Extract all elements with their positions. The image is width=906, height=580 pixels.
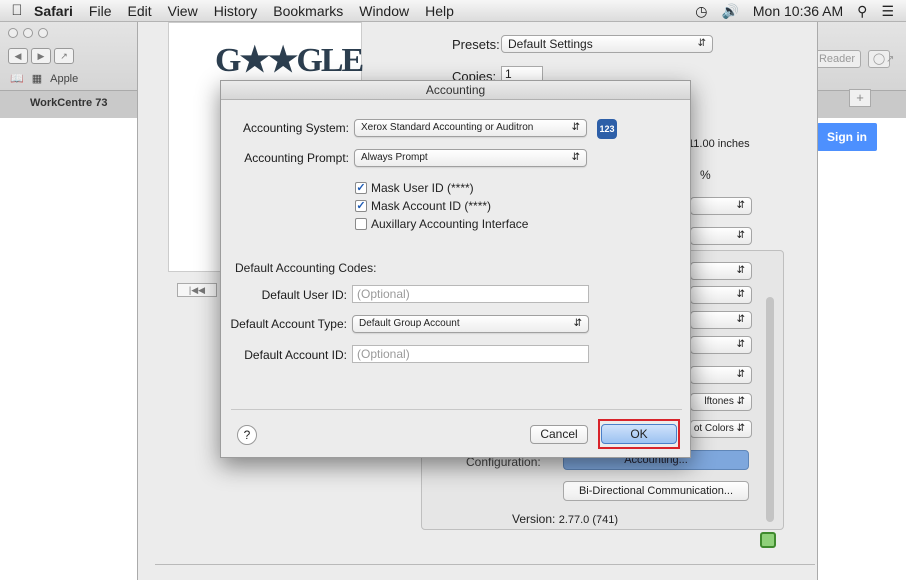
reading-list-icon[interactable]: 📖 (10, 72, 24, 85)
print-option-select-1[interactable]: ⇵ (690, 197, 752, 215)
accounting-system-label: Accounting System: (242, 121, 349, 135)
version-info: Version: 2.77.0 (741) (512, 512, 618, 526)
presets-value: Default Settings (508, 37, 593, 51)
menu-view[interactable]: View (168, 3, 198, 19)
settings-select-2[interactable]: ⇵ (690, 286, 752, 304)
status-ok-icon (760, 532, 776, 548)
default-account-type-select[interactable]: Default Group Account ⇵ (352, 315, 589, 333)
checkmark-icon: ✓ (355, 200, 367, 212)
chevron-updown-icon: ⇵ (571, 122, 580, 133)
dialog-title: Accounting (221, 81, 690, 100)
menu-window[interactable]: Window (359, 3, 409, 19)
top-sites-icon[interactable]: ▦ (32, 72, 42, 85)
time-machine-icon[interactable]: ◷ (695, 3, 707, 20)
menu-help[interactable]: Help (425, 3, 454, 19)
settings-select-4[interactable]: ⇵ (690, 336, 752, 354)
accounting-prompt-select[interactable]: Always Prompt ⇵ (354, 149, 587, 167)
print-option-select-2[interactable]: ⇵ (690, 227, 752, 245)
settings-select-1[interactable]: ⇵ (690, 262, 752, 280)
version-label: Version: (512, 512, 556, 526)
mask-user-id-checkbox[interactable]: ✓ Mask User ID (****) (355, 181, 474, 195)
tab-workcentre[interactable]: WorkCentre 73 (30, 97, 107, 109)
mask-user-id-label: Mask User ID (****) (371, 181, 474, 195)
volume-icon[interactable]: 🔊 (721, 3, 738, 20)
reader-button[interactable]: Reader (813, 50, 861, 68)
chevron-updown-icon: ⇵ (697, 38, 706, 49)
preview-first-page-button[interactable]: |◀◀ (177, 283, 217, 297)
default-codes-heading: Default Accounting Codes: (235, 261, 377, 275)
default-user-id-label: Default User ID: (261, 288, 347, 302)
bidirectional-communication-button[interactable]: Bi-Directional Communication... (563, 481, 749, 501)
accounting-system-value: Xerox Standard Accounting or Auditron (361, 122, 534, 133)
forward-icon[interactable]: ▶ (31, 48, 51, 64)
settings-select-5[interactable]: ⇵ (690, 366, 752, 384)
menu-file[interactable]: File (89, 3, 112, 19)
mask-account-id-label: Mask Account ID (****) (371, 199, 492, 213)
new-tab-button[interactable]: + (849, 89, 871, 107)
chevron-updown-icon: ⇵ (573, 318, 582, 329)
scale-percent-sign: % (700, 168, 711, 182)
minimize-window-icon[interactable] (23, 28, 33, 38)
default-account-id-label: Default Account ID: (244, 348, 347, 362)
settings-select-halftones[interactable]: lftones ⇵ (690, 393, 752, 411)
sheet-divider (155, 564, 815, 565)
menu-history[interactable]: History (214, 3, 258, 19)
menu-bookmarks[interactable]: Bookmarks (273, 3, 343, 19)
back-icon[interactable]: ◀ (8, 48, 28, 64)
calculator-icon[interactable]: 123 (597, 119, 617, 139)
accounting-prompt-label: Accounting Prompt: (244, 151, 349, 165)
default-account-id-input[interactable]: (Optional) (352, 345, 589, 363)
accounting-system-select[interactable]: Xerox Standard Accounting or Auditron ⇵ (354, 119, 587, 137)
window-controls (8, 28, 48, 38)
version-value: 2.77.0 (741) (558, 514, 619, 526)
notification-list-icon[interactable]: ☰ (881, 3, 894, 20)
share-icon[interactable]: ↗ (54, 48, 74, 64)
google-doodle-logo: G★★GLE (215, 42, 364, 79)
settings-scrollbar[interactable] (766, 297, 774, 522)
unchecked-box (355, 218, 367, 230)
dialog-separator (231, 409, 682, 410)
default-user-id-input[interactable]: (Optional) (352, 285, 589, 303)
auxiliary-accounting-label: Auxillary Accounting Interface (371, 217, 529, 231)
paper-size-text: 11.00 inches (688, 138, 750, 150)
accounting-prompt-value: Always Prompt (361, 152, 428, 163)
menu-app-name[interactable]: Safari (34, 3, 73, 19)
apple-menu-icon[interactable]:  (0, 2, 34, 19)
default-account-type-label: Default Account Type: (230, 317, 347, 331)
settings-select-3[interactable]: ⇵ (690, 311, 752, 329)
cancel-button[interactable]: Cancel (530, 425, 588, 444)
close-window-icon[interactable] (8, 28, 18, 38)
presets-label: Presets: (452, 37, 500, 52)
default-account-type-value: Default Group Account (359, 318, 460, 329)
accounting-dialog: Accounting Accounting System: Xerox Stan… (220, 80, 691, 458)
auxiliary-accounting-checkbox[interactable]: Auxillary Accounting Interface (355, 217, 528, 231)
menu-bar:  Safari File Edit View History Bookmark… (0, 0, 906, 22)
chevron-updown-icon: ⇵ (571, 152, 580, 163)
checkmark-icon: ✓ (355, 182, 367, 194)
settings-select-spot-colors[interactable]: ot Colors ⇵ (690, 420, 752, 438)
clock[interactable]: Mon 10:36 AM (753, 3, 843, 19)
zoom-window-icon[interactable] (38, 28, 48, 38)
menu-edit[interactable]: Edit (127, 3, 151, 19)
mask-account-id-checkbox[interactable]: ✓ Mask Account ID (****) (355, 199, 491, 213)
bookmark-apple[interactable]: Apple (50, 73, 78, 85)
spotlight-search-icon[interactable]: ⚲ (857, 3, 867, 20)
ok-button[interactable]: OK (601, 424, 677, 444)
fullscreen-icon[interactable]: ↗ (886, 54, 894, 65)
presets-select[interactable]: Default Settings ⇵ (501, 35, 713, 53)
help-button[interactable]: ? (237, 425, 257, 445)
sign-in-button[interactable]: Sign in (817, 123, 877, 151)
